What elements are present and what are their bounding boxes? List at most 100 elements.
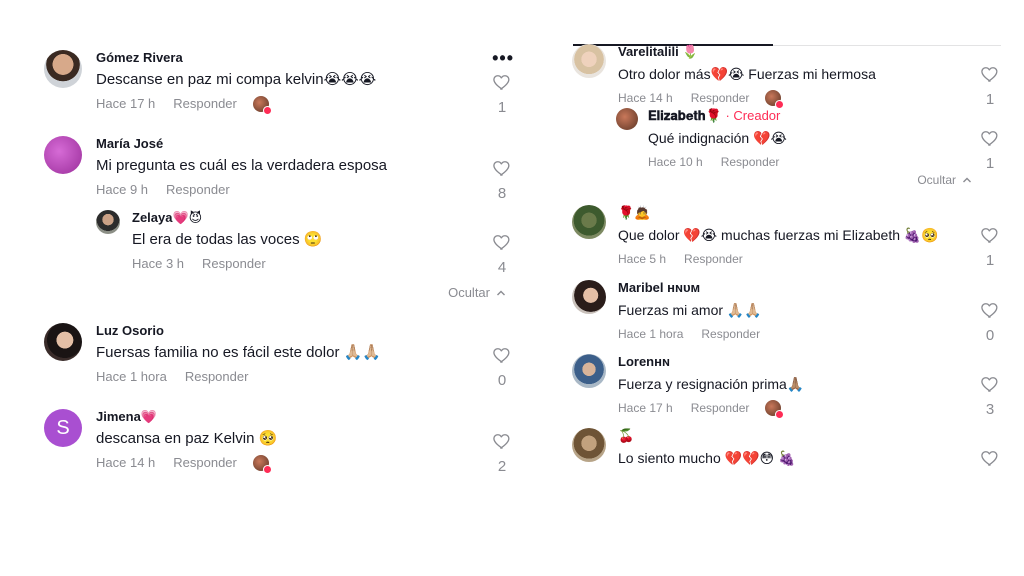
like-button[interactable]: 1 <box>978 225 1002 270</box>
heart-outline-icon[interactable] <box>980 64 1000 84</box>
reply-button[interactable]: Responder <box>166 182 230 198</box>
heart-outline-icon[interactable] <box>980 128 1000 148</box>
reply-button[interactable]: Responder <box>721 154 780 170</box>
like-count: 1 <box>985 252 995 269</box>
chevron-up-icon <box>497 290 505 295</box>
comment-time: Hace 3 h <box>132 256 185 271</box>
comment-time: Hace 10 h <box>648 155 703 169</box>
comment-text: Otro dolor más💔😭 Fuerzas mi hermosa <box>618 66 876 82</box>
heart-icon <box>262 106 272 115</box>
like-count: 3 <box>985 401 995 418</box>
comment-username[interactable]: 🌹🙇 <box>618 205 962 221</box>
comment-text: Qué indignación 💔😭 <box>648 130 787 146</box>
comment-username[interactable]: Luz Osorio <box>96 323 474 339</box>
avatar[interactable] <box>44 136 82 174</box>
heart-outline-icon[interactable] <box>492 72 512 92</box>
comment-username[interactable]: Varelitalili 🌷 <box>618 44 962 60</box>
comment-username[interactable]: Maribel ʜɴᴜᴍ <box>618 280 962 296</box>
like-count: 8 <box>497 185 507 202</box>
comment-time: Hace 1 hora <box>96 369 167 384</box>
comment-text: Fuersas familia no es fácil este dolor 🙏… <box>96 344 381 361</box>
creator-name[interactable]: 𝐄𝐥𝐢𝐳𝐚𝐛𝐞𝐭𝐡🌹 <box>648 108 722 123</box>
comment-text: descansa en paz Kelvin 🥺 <box>96 430 278 447</box>
creator-liked-badge <box>765 400 785 419</box>
reply-button[interactable]: Responder <box>701 326 760 342</box>
avatar[interactable] <box>572 280 606 314</box>
avatar[interactable] <box>572 205 606 239</box>
comment-username[interactable]: Gómez Rivera <box>96 50 474 66</box>
reply-button[interactable]: Responder <box>691 90 750 106</box>
avatar[interactable]: S <box>44 409 82 447</box>
comment-time: Hace 17 h <box>618 401 673 415</box>
hide-label: Ocultar <box>448 285 490 300</box>
like-button[interactable]: 2 <box>490 431 514 476</box>
like-count: 0 <box>985 327 995 344</box>
like-count: 2 <box>497 458 507 475</box>
like-button[interactable] <box>978 448 1002 473</box>
comment-text: Mi pregunta es cuál es la verdadera espo… <box>96 157 388 174</box>
comment-username[interactable]: 🍒 <box>618 428 962 444</box>
like-button[interactable]: 1 <box>490 72 514 117</box>
comment-time: Hace 14 h <box>618 91 673 105</box>
like-count: 1 <box>985 155 995 172</box>
avatar[interactable] <box>44 50 82 88</box>
chevron-up-icon <box>963 177 971 183</box>
comment-text: Que dolor 💔😭 muchas fuerzas mi Elizabeth… <box>618 227 939 243</box>
reply-button[interactable]: Responder <box>173 96 237 112</box>
hide-replies-button[interactable]: Ocultar <box>917 173 972 187</box>
comment-username[interactable]: María José <box>96 136 474 152</box>
avatar[interactable] <box>572 354 606 388</box>
like-button[interactable]: 1 <box>978 64 1002 109</box>
like-count: 0 <box>497 372 507 389</box>
like-count: 4 <box>497 259 507 276</box>
like-button[interactable]: 0 <box>978 300 1002 345</box>
like-button[interactable]: 3 <box>978 374 1002 419</box>
avatar[interactable] <box>572 428 606 462</box>
heart-outline-icon[interactable] <box>980 225 1000 245</box>
heart-outline-icon[interactable] <box>980 374 1000 394</box>
comment-text: Fuerza y resignación prima🙏🏽 <box>618 376 805 392</box>
heart-outline-icon[interactable] <box>492 232 512 252</box>
like-count: 1 <box>985 91 995 108</box>
comment-time: Hace 1 hora <box>618 327 684 341</box>
reply-button[interactable]: Responder <box>684 251 743 267</box>
heart-outline-icon[interactable] <box>492 158 512 178</box>
heart-icon <box>775 410 785 419</box>
comment-text: Descanse en paz mi compa kelvin😭😭😭 <box>96 71 377 88</box>
comment-username: 𝐄𝐥𝐢𝐳𝐚𝐛𝐞𝐭𝐡🌹 · Creador <box>648 108 962 124</box>
avatar[interactable] <box>44 323 82 361</box>
comment-username[interactable]: Zelaya💗😈 <box>132 210 474 226</box>
creator-liked-badge <box>252 455 272 474</box>
creator-badge: · Creador <box>721 108 781 123</box>
avatar[interactable] <box>572 44 606 78</box>
heart-outline-icon[interactable] <box>980 448 1000 468</box>
reply-button[interactable]: Responder <box>202 256 266 272</box>
reply-button[interactable]: Responder <box>173 455 237 471</box>
hide-replies-button[interactable]: Ocultar <box>448 285 506 300</box>
hide-label: Ocultar <box>917 173 956 187</box>
more-options-icon[interactable]: ••• <box>492 48 514 69</box>
like-button[interactable]: 8 <box>490 158 514 203</box>
creator-liked-badge <box>252 96 272 115</box>
comment-time: Hace 14 h <box>96 455 156 470</box>
like-button[interactable]: 0 <box>490 345 514 390</box>
like-button[interactable]: 1 <box>978 128 1002 173</box>
comment-time: Hace 5 h <box>618 252 667 266</box>
comment-text: Lo siento mucho 💔💔😳 🍇 <box>618 450 796 466</box>
comment-text: Fuerzas mi amor 🙏🏼🙏🏼 <box>618 302 762 318</box>
heart-icon <box>262 465 272 474</box>
comment-username[interactable]: Jimena💗 <box>96 409 474 425</box>
heart-outline-icon[interactable] <box>492 345 512 365</box>
reply-button[interactable]: Responder <box>691 400 750 416</box>
comment-text: El era de todas las voces 🙄 <box>132 231 323 248</box>
creator-liked-badge <box>765 90 785 109</box>
like-count: 1 <box>497 99 507 116</box>
comment-time: Hace 9 h <box>96 182 149 197</box>
comment-username[interactable]: Lorenʜɴ <box>618 354 962 370</box>
reply-button[interactable]: Responder <box>185 369 249 385</box>
avatar[interactable] <box>96 210 120 234</box>
heart-outline-icon[interactable] <box>492 431 512 451</box>
heart-outline-icon[interactable] <box>980 300 1000 320</box>
avatar[interactable] <box>616 108 638 130</box>
like-button[interactable]: 4 <box>490 232 514 277</box>
